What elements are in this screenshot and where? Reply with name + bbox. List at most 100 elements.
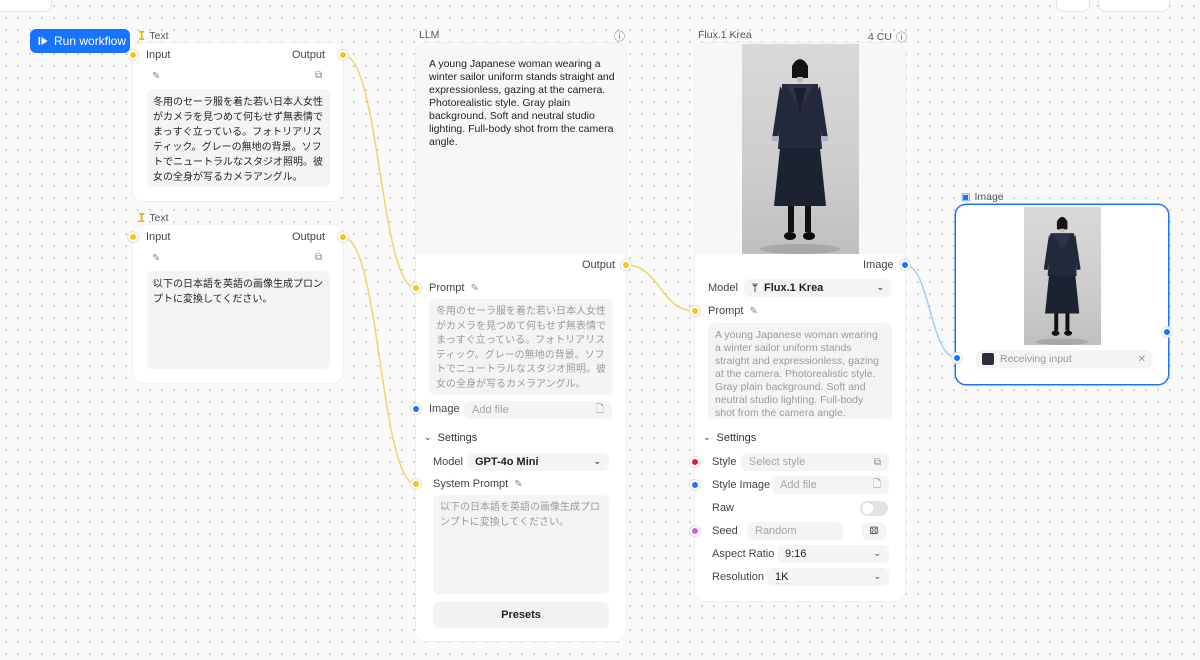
llm-image-add-file[interactable]: Add file 🗋 — [464, 401, 612, 419]
image-node-preview[interactable] — [1024, 207, 1101, 345]
flux-style-image-add-file[interactable]: Add file 🗋 — [772, 476, 889, 494]
text-node-1-output-port[interactable] — [338, 50, 348, 60]
chevron-down-icon: ⌄ — [873, 549, 881, 559]
top-right-chip-1[interactable] — [1056, 0, 1090, 12]
info-icon[interactable]: ⓘ — [614, 28, 625, 44]
edit-icon[interactable]: ✎ — [514, 479, 522, 490]
text-node-2-output-port[interactable] — [338, 232, 348, 242]
llm-system-prompt-field[interactable]: 以下の日本語を英語の画像生成プロンプトに変換してください。 — [433, 495, 609, 594]
text-node-1-title-label: Text — [149, 30, 169, 42]
llm-output-text: A young Japanese woman wearing a winter … — [429, 58, 615, 148]
text-node-1-input-label: Input — [146, 49, 171, 61]
flux-resolution-value: 1K — [775, 571, 789, 583]
llm-system-prompt-label-row: System Prompt ✎ — [433, 478, 523, 490]
llm-prompt-label: Prompt — [429, 282, 465, 294]
text-node-2-content[interactable]: 以下の日本語を英語の画像生成プロンプトに変換してください。 — [147, 271, 330, 369]
chevron-down-icon: ⌄ — [873, 572, 881, 582]
file-icon: 🗋 — [872, 478, 881, 490]
image-node-output-port[interactable] — [1162, 327, 1172, 337]
flux-logo-icon: ᛘ — [752, 282, 758, 294]
chevron-down-icon: ⌄ — [424, 433, 432, 443]
edit-icon[interactable]: ✎ — [152, 253, 160, 264]
flux-settings-label: Settings — [716, 432, 757, 444]
person-image-icon — [760, 59, 840, 254]
flux-style-image-placeholder: Add file — [780, 479, 817, 491]
copy-icon[interactable]: ⧉ — [315, 252, 322, 263]
image-icon: ▣ — [961, 191, 971, 203]
flux-prompt-field[interactable]: A young Japanese woman wearing a winter … — [708, 323, 892, 419]
top-right-chip-2[interactable] — [1098, 0, 1170, 12]
llm-prompt-field[interactable]: 冬用のセーラ服を着た若い日本人女性がカメラを見つめて何もせず無表情でまっすぐ立っ… — [429, 299, 613, 395]
flux-resolution-select[interactable]: 1K ⌄ — [767, 568, 889, 586]
image-node-input-port[interactable] — [952, 353, 962, 363]
edit-icon[interactable]: ✎ — [749, 306, 757, 317]
text-node-2-output-label: Output — [292, 231, 326, 243]
flux-settings-toggle[interactable]: ⌄ Settings — [703, 432, 756, 444]
text-node-1-title: I Text — [138, 29, 169, 43]
llm-prompt-port[interactable] — [411, 283, 421, 293]
copy-icon[interactable]: ⧉ — [315, 70, 322, 81]
dice-button[interactable]: ⚄ — [862, 522, 886, 540]
llm-output-label: Output — [582, 259, 616, 271]
flux-image-output-label: Image — [863, 259, 894, 271]
top-left-chip[interactable] — [0, 0, 52, 12]
flux-node-title: Flux.1 Krea — [698, 29, 752, 41]
llm-model-label: Model — [433, 456, 463, 468]
flux-raw-toggle[interactable] — [860, 501, 888, 516]
flux-resolution-label: Resolution — [712, 571, 764, 583]
llm-settings-label: Settings — [437, 432, 478, 444]
flux-seed-label: Seed — [712, 525, 738, 537]
llm-system-prompt-label: System Prompt — [433, 478, 509, 490]
flux-node-cost-value: 4 CU — [868, 31, 892, 43]
text-cursor-icon: I — [138, 29, 146, 43]
flux-aspect-select[interactable]: 9:16 ⌄ — [777, 545, 889, 563]
llm-node-title: LLM — [419, 29, 440, 41]
flux-style-label: Style — [712, 456, 737, 468]
chevron-down-icon: ⌄ — [703, 433, 711, 443]
receiving-input-chip: Receiving input ✕ — [976, 350, 1152, 368]
flux-prompt-port[interactable] — [690, 306, 700, 316]
play-icon — [38, 36, 48, 46]
llm-model-select[interactable]: GPT-4o Mini ⌄ — [467, 453, 609, 471]
run-workflow-label: Run workflow — [54, 34, 127, 48]
text-node-2-input-port[interactable] — [128, 232, 138, 242]
flux-style-image-port[interactable] — [690, 480, 700, 490]
flux-image-output-port[interactable] — [900, 260, 910, 270]
flux-style-select[interactable]: Select style ⧉ — [741, 453, 889, 471]
image-node-title-label: Image — [974, 191, 1004, 203]
flux-style-placeholder: Select style — [749, 456, 806, 468]
person-image-icon — [1035, 216, 1089, 345]
llm-image-port[interactable] — [411, 404, 421, 414]
text-node-1-content[interactable]: 冬用のセーラ服を着た若い日本人女性がカメラを見つめて何もせず無表情でまっすぐ立っ… — [147, 89, 330, 187]
llm-system-prompt-port[interactable] — [411, 479, 421, 489]
text-cursor-icon: I — [138, 211, 146, 225]
dice-icon: ⚄ — [869, 525, 879, 537]
flux-prompt-label-row: Prompt ✎ — [708, 305, 758, 317]
receiving-input-label: Receiving input — [1000, 353, 1072, 365]
llm-output-port[interactable] — [621, 260, 631, 270]
flux-aspect-label: Aspect Ratio — [712, 548, 775, 560]
edit-icon[interactable]: ✎ — [470, 283, 478, 294]
flux-seed-input[interactable]: Random — [747, 522, 843, 540]
flux-prompt-label: Prompt — [708, 305, 744, 317]
chevron-down-icon: ⌄ — [876, 283, 884, 293]
edit-icon[interactable]: ✎ — [152, 71, 160, 82]
flux-seed-port[interactable] — [690, 526, 700, 536]
receiving-input-wrap: Receiving input — [982, 353, 1072, 365]
llm-model-value: GPT-4o Mini — [475, 456, 539, 468]
text-node-2-title: I Text — [138, 211, 169, 225]
text-node-2-title-label: Text — [149, 212, 169, 224]
chevron-down-icon: ⌄ — [593, 457, 601, 467]
text-node-2-input-label: Input — [146, 231, 171, 243]
presets-button[interactable]: Presets — [433, 602, 609, 628]
flux-model-label: Model — [708, 282, 738, 294]
text-node-1-input-port[interactable] — [128, 50, 138, 60]
flux-style-port[interactable] — [690, 457, 700, 467]
llm-image-placeholder: Add file — [472, 404, 509, 416]
flux-output-image[interactable] — [742, 44, 859, 254]
flux-model-value-wrap: ᛘ Flux.1 Krea — [752, 282, 823, 294]
llm-settings-toggle[interactable]: ⌄ Settings — [424, 432, 477, 444]
flux-model-select[interactable]: ᛘ Flux.1 Krea ⌄ — [744, 279, 892, 297]
run-workflow-button[interactable]: Run workflow — [30, 29, 130, 53]
close-icon[interactable]: ✕ — [1138, 354, 1146, 365]
